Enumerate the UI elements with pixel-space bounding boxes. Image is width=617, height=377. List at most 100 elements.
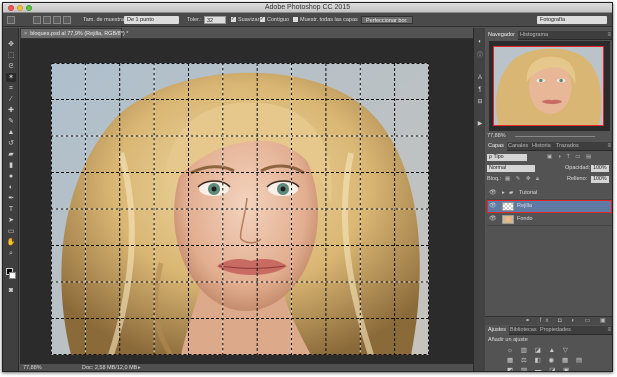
layers-footer-icons[interactable]: ⚭ fx ◘ ◐ ▭ ▣ 🗑︎ [485, 316, 612, 333]
canvas-area[interactable] [20, 39, 473, 363]
tab-layers[interactable]: Capas [485, 142, 507, 151]
navigator-tabs: Navegador Histograma ≡ [485, 31, 612, 40]
tools-panel: ✥ ⬚ ᘓ ✶ ⌗ ⁄ ✚ ✎ ▲ ↺ ▰ ▮ ● ◐ ✒ T ➤ ▭ ✋ ⌕ … [3, 28, 19, 371]
layer-row-tutorial[interactable]: 👁︎ ▸ ▰ Tutorial [487, 187, 612, 200]
layers-menu-icon[interactable]: ≡ [607, 142, 611, 151]
path-selection-icon[interactable]: ➤ [6, 216, 16, 225]
add-to-selection-icon[interactable] [43, 16, 51, 24]
layer-row-fondo[interactable]: 👁︎ Fondo [487, 213, 612, 226]
character-panel-icon[interactable]: A [476, 74, 484, 82]
dodge-tool-icon[interactable]: ◐ [6, 183, 16, 192]
blur-tool-icon[interactable]: ● [6, 172, 16, 181]
fill-label: Relleno: [567, 176, 588, 182]
hand-tool-icon[interactable]: ✋ [6, 238, 16, 247]
adjustment-icons-row-2[interactable]: ▦ ⚖ ◧ ◉ ▦ ▤ [507, 356, 585, 364]
tool-preset-icon[interactable] [7, 16, 15, 24]
antialias-label: Suavizar [238, 17, 260, 23]
layer-thumbnail [502, 215, 514, 224]
workspace-select[interactable]: Fotografía [537, 16, 607, 24]
panel-icon-column: ◐ ⓘ A ¶ ⊟ ▶ [473, 28, 485, 371]
expand-arrow-icon[interactable]: ▸ [502, 187, 505, 200]
adjustments-title: Añadir un ajuste [488, 337, 528, 343]
layer-name[interactable]: Fondo [517, 213, 533, 226]
adjustments-menu-icon[interactable]: ≡ [607, 326, 611, 335]
status-arrow-icon[interactable]: ▸ [138, 364, 141, 371]
lock-icons[interactable]: ▦ ✎ ✥ 🔒︎ [505, 175, 541, 184]
antialias-checkbox[interactable]: Suavizar [231, 16, 259, 24]
navigator-view-box[interactable] [493, 46, 604, 126]
gradient-tool-icon[interactable]: ▮ [6, 161, 16, 170]
eraser-tool-icon[interactable]: ▰ [6, 150, 16, 159]
contiguous-checkbox[interactable]: Contiguo [260, 16, 289, 24]
info-panel-icon[interactable]: ⓘ [476, 52, 484, 60]
filter-icons[interactable]: ▣ ◑ T ▭ ▤ [547, 153, 593, 162]
move-tool-icon[interactable]: ✥ [6, 40, 16, 49]
magic-wand-tool-icon[interactable]: ✶ [6, 73, 16, 82]
tab-navigator[interactable]: Navegador [485, 31, 518, 40]
blend-row: Normal Opacidad: 100% [487, 164, 612, 173]
history-panel-icon[interactable]: ◐ [476, 38, 484, 46]
document-info[interactable]: Doc: 2,58 MB/12,0 MB [82, 364, 137, 371]
intersect-selection-icon[interactable] [63, 16, 71, 24]
zoom-tool-icon[interactable]: ⌕ [6, 249, 16, 258]
navigator-zoom[interactable]: 77,88% [487, 133, 506, 139]
shape-tool-icon[interactable]: ▭ [6, 227, 16, 236]
subtract-selection-icon[interactable] [53, 16, 61, 24]
options-bar: Tam. de muestra: De 1 punto Toler.: 32 S… [3, 13, 612, 27]
status-bar: 77,88% Doc: 2,58 MB/12,0 MB ▸ [20, 363, 473, 371]
tab-libraries[interactable]: Bibliotecas [507, 326, 540, 335]
clone-stamp-icon[interactable]: ▲ [6, 128, 16, 137]
layer-name[interactable]: Tutorial [519, 187, 537, 200]
eyedropper-tool-icon[interactable]: ⁄ [6, 95, 16, 104]
tab-adjustments[interactable]: Ajustes [485, 326, 510, 335]
lasso-tool-icon[interactable]: ᘓ [6, 62, 16, 71]
adjustment-icons-row-3[interactable]: ◩ ▨ ▬ ◪ ▣ [507, 366, 572, 371]
blend-mode-select[interactable]: Normal [487, 165, 535, 172]
sample-all-layers-checkbox[interactable]: Muestr. todas las capas [293, 16, 358, 24]
layer-filter-select[interactable]: ρ Tipo [487, 154, 527, 161]
navigator-thumbnail[interactable] [489, 41, 610, 131]
visibility-eye-icon[interactable]: 👁︎ [489, 187, 497, 200]
sample-size-label: Tam. de muestra: [83, 17, 126, 23]
pen-tool-icon[interactable]: ✒ [6, 194, 16, 203]
brush-tool-icon[interactable]: ✎ [6, 117, 16, 126]
paragraph-panel-icon[interactable]: ¶ [476, 86, 484, 94]
document-tab-label: bloques.psd al 77,9% (Rejilla, RGB/8*) * [30, 31, 129, 37]
marquee-tool-icon[interactable]: ⬚ [6, 51, 16, 60]
layer-name[interactable]: Rejilla [517, 200, 532, 213]
close-document-icon[interactable]: × [24, 31, 27, 37]
lock-row: Bloq.: ▦ ✎ ✥ 🔒︎ Relleno: 100% [487, 175, 612, 184]
adjustment-icons-row-1[interactable]: ☼ ▥ ◪ ▲ ▽ [507, 346, 571, 354]
opacity-input[interactable]: 100% [591, 165, 609, 172]
sample-size-select[interactable]: De 1 punto [124, 16, 179, 24]
history-brush-icon[interactable]: ↺ [6, 139, 16, 148]
visibility-eye-icon[interactable]: 👁︎ [489, 213, 497, 226]
healing-brush-icon[interactable]: ✚ [6, 106, 16, 115]
portrait-image [51, 63, 429, 355]
photoshop-window: Adobe Photoshop CC 2015 Tam. de muestra:… [2, 2, 613, 372]
tab-paths[interactable]: Trazados [553, 142, 582, 151]
lock-label: Bloq.: [487, 176, 502, 182]
navigator-menu-icon[interactable]: ≡ [607, 31, 611, 40]
right-panels: Navegador Histograma ≡ 77,88% Capas Cana… [485, 28, 612, 371]
properties-panel-icon[interactable]: ▶ [476, 120, 484, 128]
window-title: Adobe Photoshop CC 2015 [264, 4, 351, 11]
quick-mask-icon[interactable]: ◙ [6, 286, 16, 295]
type-tool-icon[interactable]: T [6, 205, 16, 214]
new-selection-icon[interactable] [33, 16, 41, 24]
document-artwork[interactable] [51, 63, 429, 355]
tab-histogram[interactable]: Histograma [517, 31, 551, 40]
tolerance-input[interactable]: 32 [204, 16, 226, 24]
tab-properties[interactable]: Propiedades [537, 326, 574, 335]
color-swatches-icon[interactable] [6, 268, 16, 279]
crop-tool-icon[interactable]: ⌗ [6, 84, 16, 93]
glyphs-panel-icon[interactable]: ⊟ [476, 98, 484, 106]
refine-edge-button[interactable]: Perfeccionar bor. [361, 16, 413, 24]
visibility-eye-icon[interactable]: 👁︎ [489, 200, 497, 213]
layer-row-rejilla[interactable]: 👁︎ Rejilla [487, 200, 612, 213]
tab-channels[interactable]: Canales [505, 142, 531, 151]
tab-history[interactable]: Historia [529, 142, 554, 151]
fill-input[interactable]: 100% [591, 176, 609, 183]
zoom-level[interactable]: 77,88% [23, 364, 42, 371]
tolerance-label: Toler.: [187, 17, 202, 23]
